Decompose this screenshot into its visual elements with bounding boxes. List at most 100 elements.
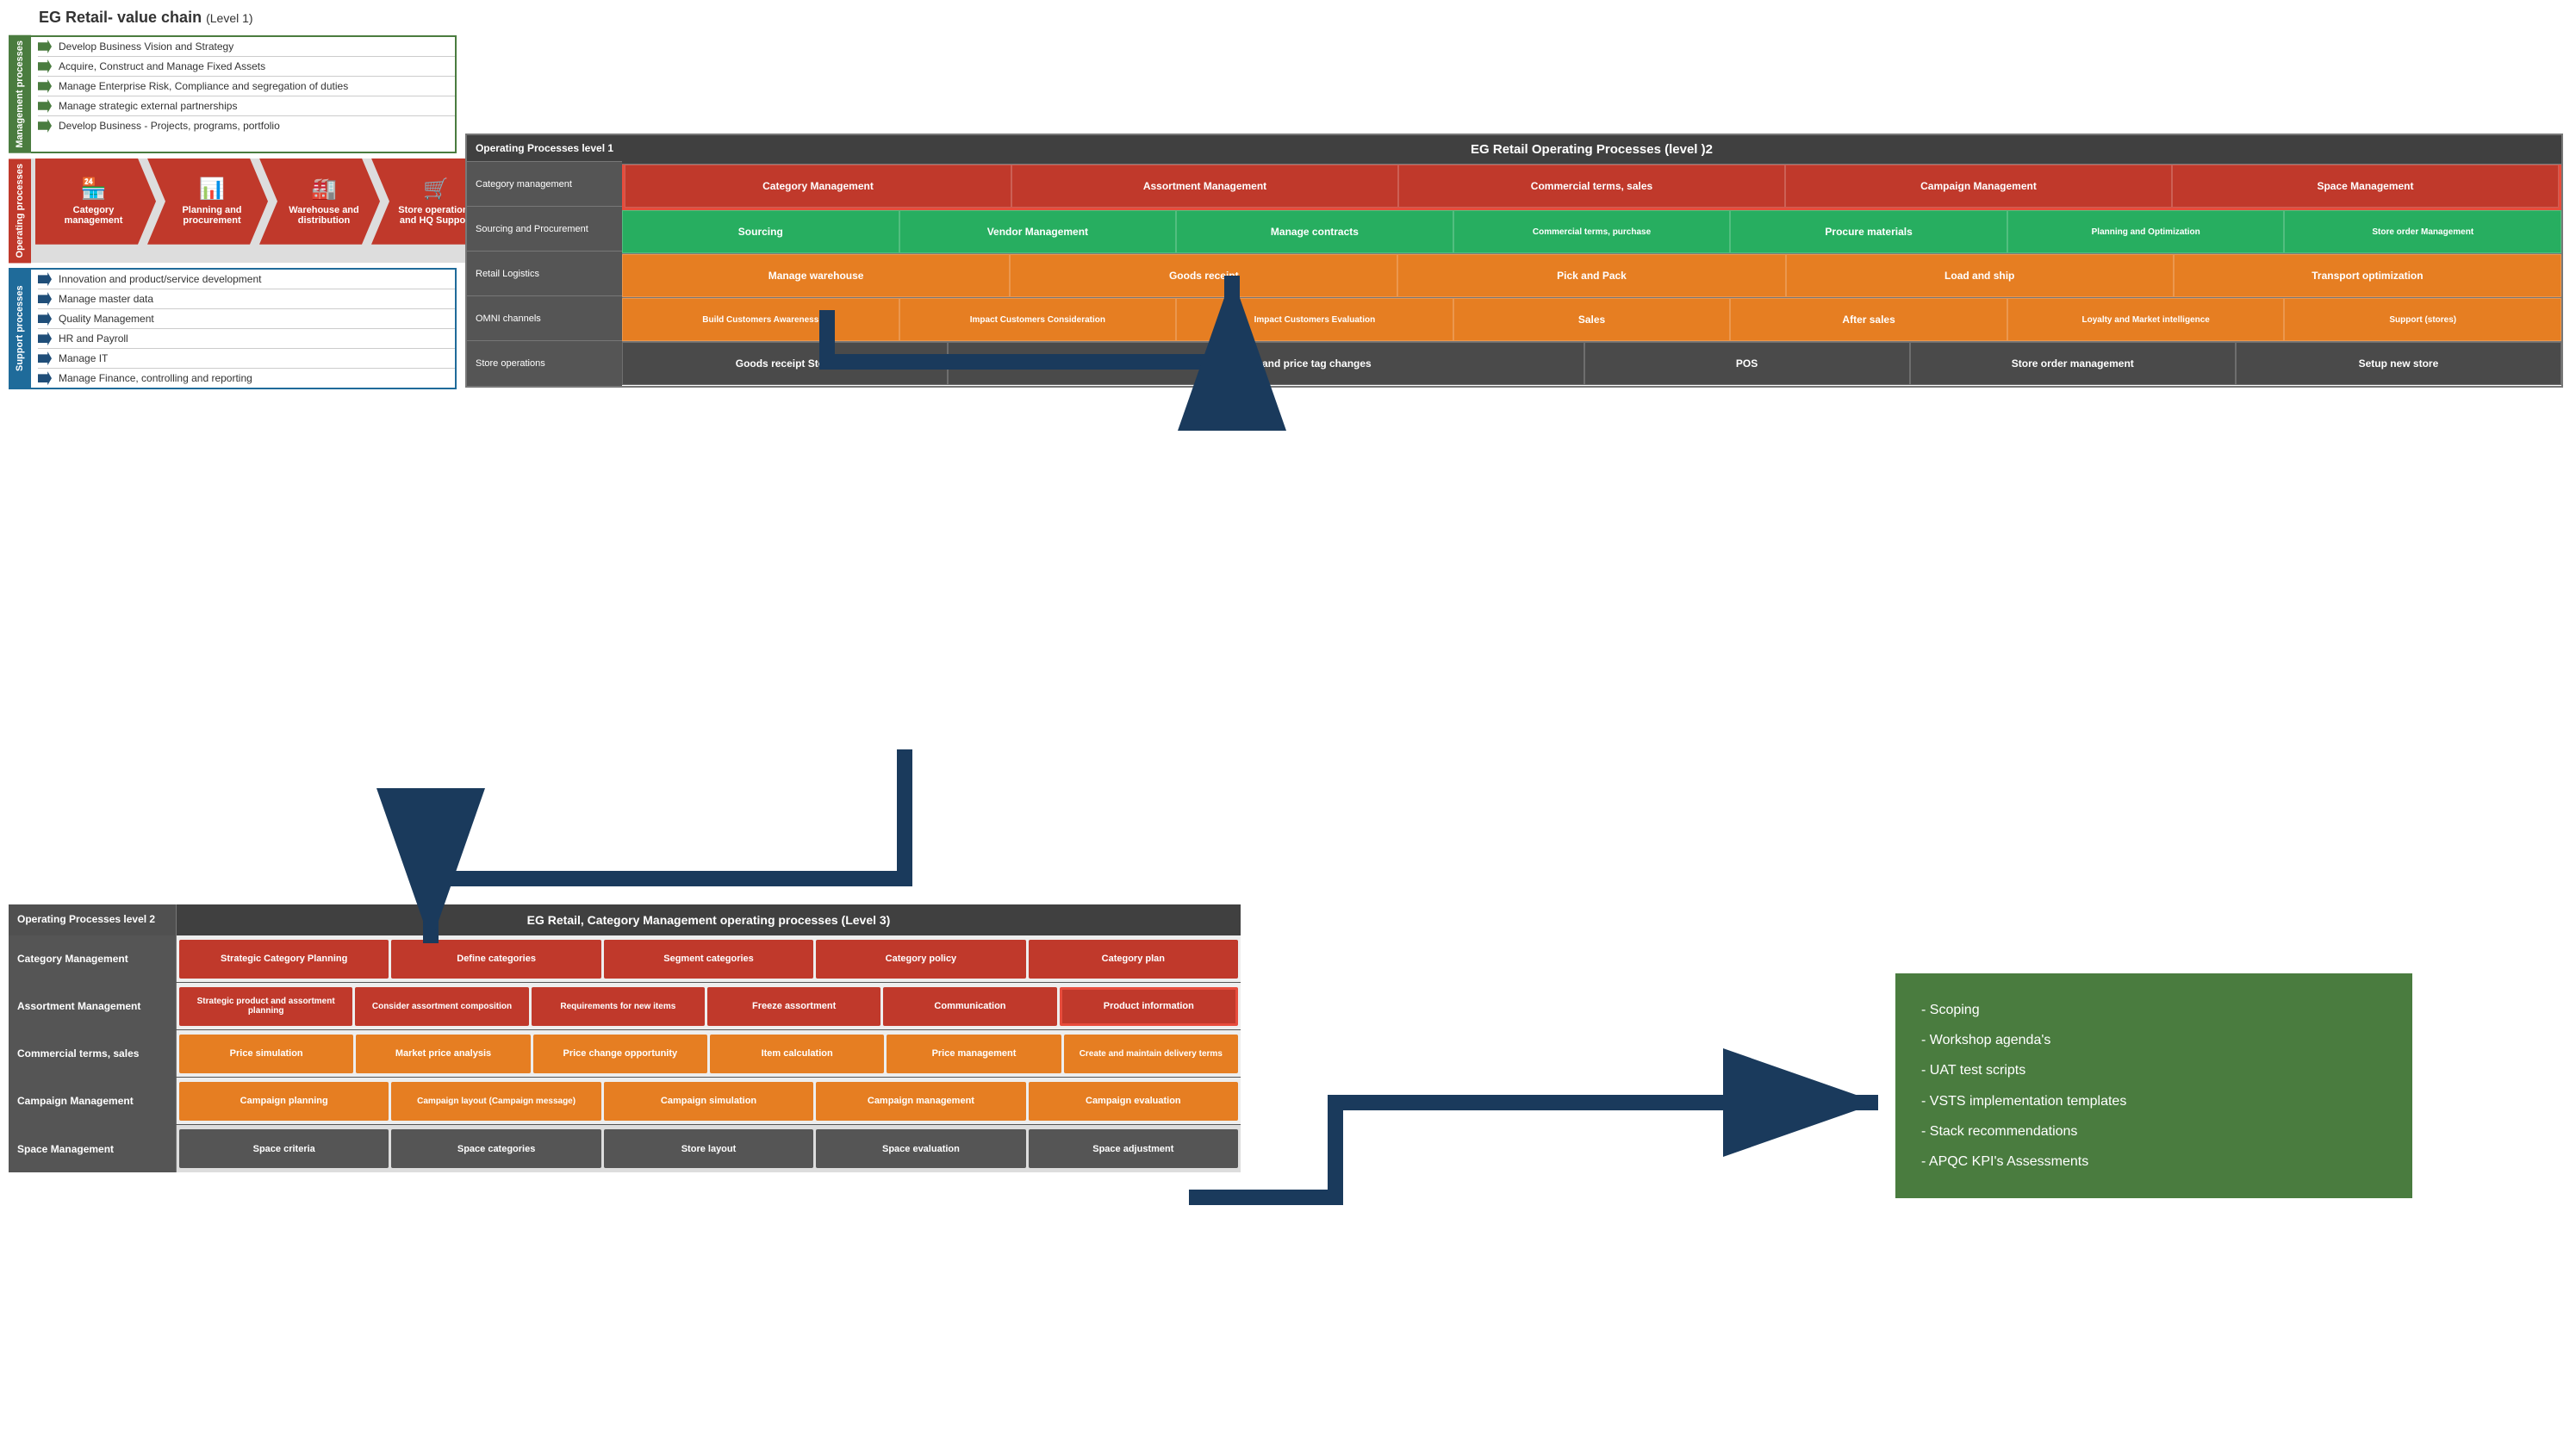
- l3-space-adjust: Space adjustment: [1029, 1129, 1238, 1168]
- chevron-warehouse: 🏭 Warehouse and distribution: [259, 158, 380, 245]
- l3-campaign-mgmt: Campaign management: [816, 1082, 1025, 1121]
- chevron-planning: 📊 Planning and procurement: [147, 158, 268, 245]
- level2-right: EG Retail Operating Processes (level )2 …: [622, 135, 2561, 386]
- sup-item-2: Manage master data: [38, 289, 455, 309]
- l2-transport: Transport optimization: [2174, 254, 2561, 297]
- mgmt-item-3: Manage Enterprise Risk, Compliance and s…: [38, 77, 455, 96]
- sup-item-1: Innovation and product/service developme…: [38, 270, 455, 289]
- level3-title-header: EG Retail, Category Management operating…: [177, 904, 1241, 935]
- l2-goods-receipt: Goods receipt: [1010, 254, 1397, 297]
- l3-item-calc: Item calculation: [710, 1035, 884, 1073]
- sup-bullet-4: [38, 332, 52, 345]
- l3-consider-assort: Consider assortment composition: [355, 987, 528, 1026]
- l3-label-space: Space Management: [9, 1125, 177, 1172]
- l2-assortment: Assortment Management: [1011, 165, 1398, 208]
- l2-awareness: Build Customers Awareness: [622, 298, 899, 341]
- sup-item-3: Quality Management: [38, 309, 455, 329]
- bullet-2: [38, 59, 52, 73]
- l2-load-ship: Load and ship: [1786, 254, 2174, 297]
- sup-bullet-3: [38, 312, 52, 326]
- l2-store-row: Goods receipt Store Shelf replenishment …: [622, 342, 2561, 385]
- l2-cat-mgmt: Category Management: [625, 165, 1011, 208]
- l3-define-cat: Define categories: [391, 940, 600, 979]
- op-l1-omni: OMNI channels: [467, 296, 622, 341]
- l2-store-order: Store order Management: [2284, 210, 2561, 253]
- l3-category-cells: Strategic Category Planning Define categ…: [177, 935, 1241, 982]
- l3-label-category: Category Management: [9, 935, 177, 982]
- mgmt-item-1: Develop Business Vision and Strategy: [38, 37, 455, 57]
- sup-bullet-6: [38, 371, 52, 385]
- sup-bullet-5: [38, 351, 52, 365]
- management-items: Develop Business Vision and Strategy Acq…: [31, 35, 457, 153]
- l2-omni-row: Build Customers Awareness Impact Custome…: [622, 298, 2561, 342]
- l2-commercial: Commercial terms, sales: [1398, 165, 1785, 208]
- l2-pick-pack: Pick and Pack: [1397, 254, 1785, 297]
- op-l1-category: Category management: [467, 162, 622, 207]
- l2-evaluation: Impact Customers Evaluation: [1176, 298, 1453, 341]
- op-l1-header: Operating Processes level 1: [467, 135, 622, 162]
- store-icon: 🛒: [423, 177, 449, 202]
- l3-price-sim: Price simulation: [179, 1035, 353, 1073]
- l3-campaign-cells: Campaign planning Campaign layout (Campa…: [177, 1078, 1241, 1124]
- l2-sourcing: Sourcing: [622, 210, 899, 253]
- management-sidebar: Management processes: [9, 35, 31, 153]
- support-sidebar: Support processes: [9, 268, 31, 389]
- l2-goods-store: Goods receipt Store: [622, 342, 948, 385]
- l3-space-cat: Space categories: [391, 1129, 600, 1168]
- bullet-4: [38, 99, 52, 113]
- l2-store-order-mgmt: Store order management: [1910, 342, 2236, 385]
- level3-section: Operating Processes level 2 EG Retail, C…: [9, 904, 1241, 1172]
- l3-campaign-eval: Campaign evaluation: [1029, 1082, 1238, 1121]
- l2-vendor: Vendor Management: [899, 210, 1177, 253]
- l3-space-row: Space Management Space criteria Space ca…: [9, 1125, 1241, 1172]
- chevron-category: 🏪 Category management: [35, 158, 156, 245]
- l2-campaign: Campaign Management: [1785, 165, 2172, 208]
- l3-space-criteria: Space criteria: [179, 1129, 389, 1168]
- l2-loyalty: Loyalty and Market intelligence: [2007, 298, 2285, 341]
- l2-consideration: Impact Customers Consideration: [899, 298, 1177, 341]
- level3-header-row: Operating Processes level 2 EG Retail, C…: [9, 904, 1241, 935]
- bullet-1: [38, 40, 52, 53]
- l2-contracts: Manage contracts: [1176, 210, 1453, 253]
- sup-item-4: HR and Payroll: [38, 329, 455, 349]
- management-processes-section: Management processes Develop Business Vi…: [9, 35, 457, 153]
- l2-pos: POS: [1584, 342, 1910, 385]
- sup-item-6: Manage Finance, controlling and reportin…: [38, 369, 455, 388]
- l3-segment-cat: Segment categories: [604, 940, 813, 979]
- l3-assortment-row: Assortment Management Strategic product …: [9, 983, 1241, 1030]
- l2-sales: Sales: [1453, 298, 1731, 341]
- level2-title: EG Retail Operating Processes (level )2: [622, 135, 2561, 165]
- green-item-5: - Stack recommendations: [1921, 1116, 2386, 1147]
- l3-campaign-plan: Campaign planning: [179, 1082, 389, 1121]
- green-item-3: - UAT test scripts: [1921, 1055, 2386, 1085]
- operating-processes-section: Operating processes 🏪 Category managemen…: [9, 158, 457, 263]
- green-item-6: - APQC KPI's Assessments: [1921, 1147, 2386, 1177]
- l2-after-sales: After sales: [1730, 298, 2007, 341]
- op-l1-sourcing: Sourcing and Procurement: [467, 207, 622, 252]
- support-items: Innovation and product/service developme…: [31, 268, 457, 389]
- support-processes-section: Support processes Innovation and product…: [9, 268, 457, 389]
- l3-product-info: Product information: [1060, 987, 1238, 1026]
- l2-sourcing-row: Sourcing Vendor Management Manage contra…: [622, 210, 2561, 254]
- bullet-5: [38, 119, 52, 133]
- mgmt-item-4: Manage strategic external partnerships: [38, 96, 455, 116]
- l2-new-store: Setup new store: [2236, 342, 2561, 385]
- l3-assortment-cells: Strategic product and assortment plannin…: [177, 983, 1241, 1029]
- l3-space-cells: Space criteria Space categories Store la…: [177, 1125, 1241, 1172]
- l3-req-new-items: Requirements for new items: [532, 987, 705, 1026]
- sup-bullet-2: [38, 292, 52, 306]
- mgmt-item-2: Acquire, Construct and Manage Fixed Asse…: [38, 57, 455, 77]
- level2-combined-area: Operating Processes level 1 Category man…: [465, 134, 2563, 388]
- l3-cat-plan: Category plan: [1029, 940, 1238, 979]
- l3-space-eval: Space evaluation: [816, 1129, 1025, 1168]
- category-icon: 🏪: [81, 177, 107, 202]
- l3-delivery-terms: Create and maintain delivery terms: [1064, 1035, 1238, 1073]
- page-title: EG Retail- value chain (Level 1): [9, 9, 457, 27]
- l2-space: Space Management: [2172, 165, 2559, 208]
- warehouse-icon: 🏭: [311, 177, 337, 202]
- l2-logistics-row: Manage warehouse Goods receipt Pick and …: [622, 254, 2561, 298]
- operating-sidebar: Operating processes: [9, 158, 31, 263]
- l2-procure: Procure materials: [1730, 210, 2007, 253]
- op-l1-logistics: Retail Logistics: [467, 252, 622, 296]
- green-item-4: - VSTS implementation templates: [1921, 1086, 2386, 1116]
